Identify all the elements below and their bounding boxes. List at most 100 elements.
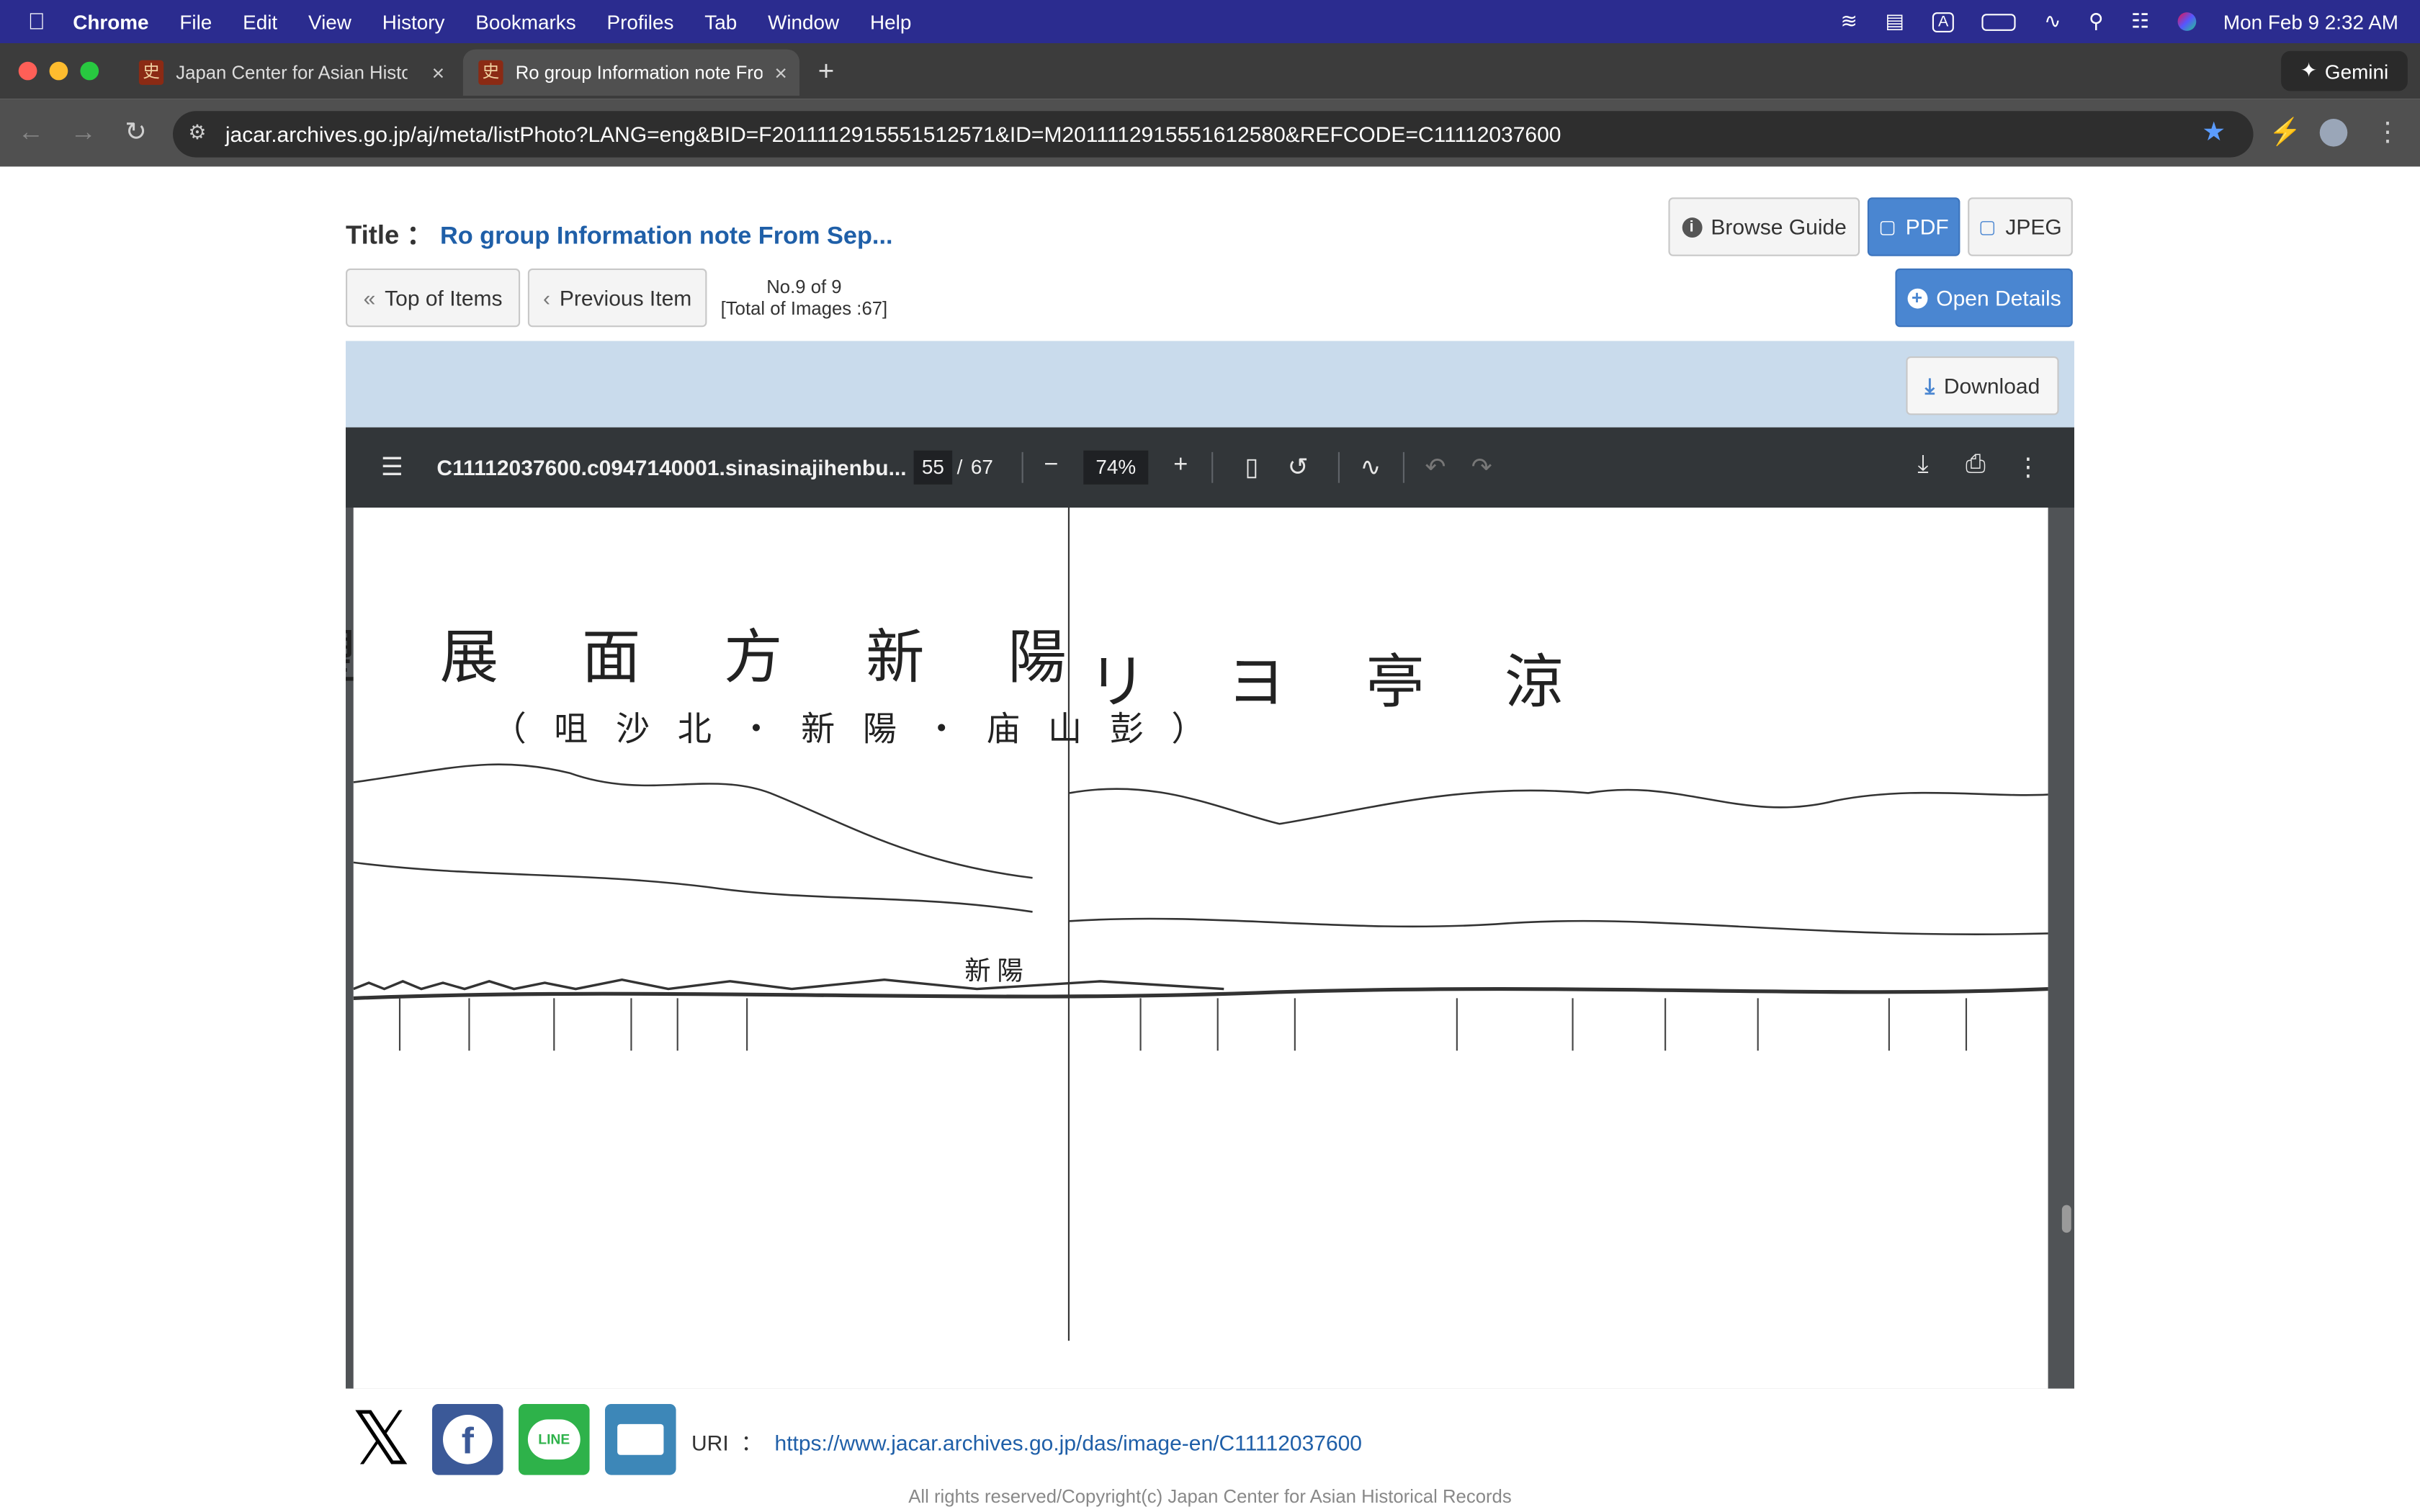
more-options-icon[interactable]: ⋮ bbox=[2011, 452, 2045, 483]
uri-link[interactable]: https://www.jacar.archives.go.jp/das/ima… bbox=[775, 1430, 1362, 1454]
pdf-button[interactable]: ▢ PDF bbox=[1867, 197, 1960, 256]
menu-app-chrome[interactable]: Chrome bbox=[73, 10, 148, 33]
total-images: [Total of Images :67] bbox=[720, 297, 888, 320]
total-pages: 67 bbox=[970, 455, 993, 479]
menu-file[interactable]: File bbox=[179, 10, 212, 33]
menu-history[interactable]: History bbox=[382, 10, 445, 33]
clock[interactable]: Mon Feb 9 2:32 AM bbox=[2223, 10, 2398, 33]
mountain-ridge-right bbox=[1069, 788, 2048, 825]
input-source-icon[interactable]: A bbox=[1932, 12, 1955, 32]
tab-ro-group[interactable]: 史 Ro group Information note Fro × bbox=[462, 49, 799, 96]
toolbar-divider bbox=[1402, 451, 1404, 483]
window-zoom-button[interactable] bbox=[80, 61, 99, 81]
chevron-left-icon: ‹ bbox=[542, 285, 550, 310]
siri-icon[interactable] bbox=[2177, 12, 2196, 31]
page-scrollbar-thumb[interactable] bbox=[2061, 1205, 2071, 1233]
back-icon[interactable]: ← bbox=[15, 117, 46, 148]
extensions-icon[interactable]: ⚡ bbox=[2269, 117, 2301, 148]
gemini-button[interactable]: ✦ Gemini bbox=[2281, 50, 2408, 91]
menu-bookmarks[interactable]: Bookmarks bbox=[475, 10, 575, 33]
forward-icon[interactable]: → bbox=[68, 117, 99, 148]
reload-icon[interactable]: ↻ bbox=[120, 117, 151, 148]
page-title: Title ： Ro group Information note From S… bbox=[346, 213, 893, 252]
wifi-icon[interactable]: ∿ bbox=[2044, 9, 2061, 34]
uri-row: URI ： https://www.jacar.archives.go.jp/d… bbox=[691, 1427, 1362, 1458]
line-chat-icon: LINE bbox=[527, 1419, 581, 1460]
annotate-pen-icon[interactable]: ∿ bbox=[1353, 452, 1387, 483]
file-image-icon: ▢ bbox=[1978, 216, 1996, 238]
zoom-out-icon[interactable]: − bbox=[1034, 452, 1068, 480]
pdf-viewer-toolbar: ☰ C11112037600.c0947140001.sinasinajihen… bbox=[346, 427, 2074, 508]
top-of-items-button[interactable]: « Top of Items bbox=[346, 268, 521, 328]
toolbar-divider bbox=[1337, 451, 1340, 483]
new-tab-icon[interactable]: + bbox=[818, 55, 835, 88]
tab-title: Japan Center for Asian Histori bbox=[176, 61, 408, 84]
plus-circle-icon: + bbox=[1906, 287, 1927, 308]
zoom-in-icon[interactable]: + bbox=[1164, 452, 1198, 480]
sparkle-icon: ✦ bbox=[2300, 58, 2318, 82]
audio-wave-icon[interactable]: ≋ bbox=[1841, 9, 1857, 34]
menu-hamburger-icon[interactable]: ☰ bbox=[375, 452, 409, 483]
pdf-filename: C11112037600.c0947140001.sinasinajihenbu… bbox=[436, 455, 907, 480]
uri-separator: ： bbox=[740, 1430, 763, 1455]
share-line-button[interactable]: LINE bbox=[519, 1403, 590, 1475]
apple-icon[interactable]:  bbox=[28, 9, 45, 35]
close-tab-icon[interactable]: × bbox=[432, 60, 445, 85]
control-center-icon[interactable]: ☷ bbox=[2131, 9, 2149, 34]
more-menu-icon[interactable]: ⋮ bbox=[2372, 117, 2403, 148]
envelope-icon bbox=[617, 1423, 664, 1455]
browse-guide-label: Browse Guide bbox=[1711, 214, 1847, 240]
menu-tab[interactable]: Tab bbox=[704, 10, 737, 33]
zoom-input[interactable]: 74% bbox=[1083, 450, 1149, 485]
share-x-button[interactable]: 𝕏 bbox=[346, 1396, 417, 1483]
title-label: Title bbox=[346, 220, 400, 251]
title-separator: ： bbox=[406, 220, 433, 251]
x-logo-icon: 𝕏 bbox=[351, 1396, 411, 1483]
pdf-page-area[interactable]: 望展面方新陽 リヨ亭涼 （咀沙北・新陽・庙山彭） 新陽 bbox=[346, 508, 2074, 1389]
menu-edit[interactable]: Edit bbox=[243, 10, 277, 33]
browser-toolbar: ← → ↻ ⚙ jacar.archives.go.jp/aj/meta/lis… bbox=[0, 99, 2420, 167]
page-number-input[interactable]: 55 bbox=[913, 450, 953, 485]
address-bar[interactable]: ⚙ jacar.archives.go.jp/aj/meta/listPhoto… bbox=[173, 111, 2254, 158]
top-of-items-label: Top of Items bbox=[385, 285, 503, 310]
share-facebook-button[interactable]: f bbox=[432, 1403, 503, 1475]
pdf-label: PDF bbox=[1905, 214, 1949, 240]
menu-view[interactable]: View bbox=[308, 10, 351, 33]
menu-window[interactable]: Window bbox=[768, 10, 839, 33]
rotate-icon[interactable]: ↺ bbox=[1281, 452, 1315, 483]
page-separator: / bbox=[956, 455, 963, 479]
pdf-download-icon[interactable]: ⤓ bbox=[1906, 452, 1940, 480]
title-value[interactable]: Ro group Information note From Sep... bbox=[440, 224, 893, 250]
open-details-button[interactable]: + Open Details bbox=[1895, 268, 2073, 328]
window-minimize-button[interactable] bbox=[49, 61, 68, 81]
jpeg-button[interactable]: ▢ JPEG bbox=[1968, 197, 2073, 256]
jacar-favicon-icon: 史 bbox=[138, 60, 164, 85]
previous-item-button[interactable]: ‹ Previous Item bbox=[527, 268, 707, 328]
annotation-pointer-lines bbox=[398, 998, 1968, 1051]
item-counter: No.9 of 9 [Total of Images :67] bbox=[713, 276, 895, 320]
menu-profiles[interactable]: Profiles bbox=[607, 10, 674, 33]
bookmark-star-icon[interactable]: ★ bbox=[2202, 117, 2226, 148]
browse-guide-button[interactable]: i Browse Guide bbox=[1668, 197, 1860, 256]
battery-icon[interactable] bbox=[1982, 13, 2017, 30]
toolbar-divider bbox=[1021, 451, 1023, 483]
landscape-sketch bbox=[353, 763, 2048, 1051]
jpeg-label: JPEG bbox=[2005, 214, 2062, 240]
download-button[interactable]: ⤓ Download bbox=[1906, 356, 2059, 415]
viewer-toolbar bbox=[346, 341, 2074, 428]
window-close-button[interactable] bbox=[18, 61, 37, 81]
site-settings-icon[interactable]: ⚙ bbox=[188, 120, 206, 145]
gemini-label: Gemini bbox=[2324, 59, 2389, 83]
bed-icon[interactable]: ▤ bbox=[1885, 9, 1904, 34]
profile-avatar[interactable] bbox=[2319, 119, 2348, 147]
share-mail-button[interactable] bbox=[605, 1403, 676, 1475]
tab-title: Ro group Information note Fro bbox=[515, 61, 763, 84]
print-icon[interactable]: ⎙ bbox=[1958, 452, 1992, 480]
spotlight-search-icon[interactable]: ⚲ bbox=[2089, 9, 2103, 34]
menu-help[interactable]: Help bbox=[870, 10, 911, 33]
redo-icon[interactable]: ↷ bbox=[1465, 452, 1499, 483]
close-tab-icon[interactable]: × bbox=[774, 60, 787, 85]
undo-icon[interactable]: ↶ bbox=[1418, 452, 1452, 483]
fit-page-icon[interactable]: ▯ bbox=[1234, 452, 1268, 483]
tab-jacar-home[interactable]: 史 Japan Center for Asian Histori × bbox=[123, 50, 457, 96]
